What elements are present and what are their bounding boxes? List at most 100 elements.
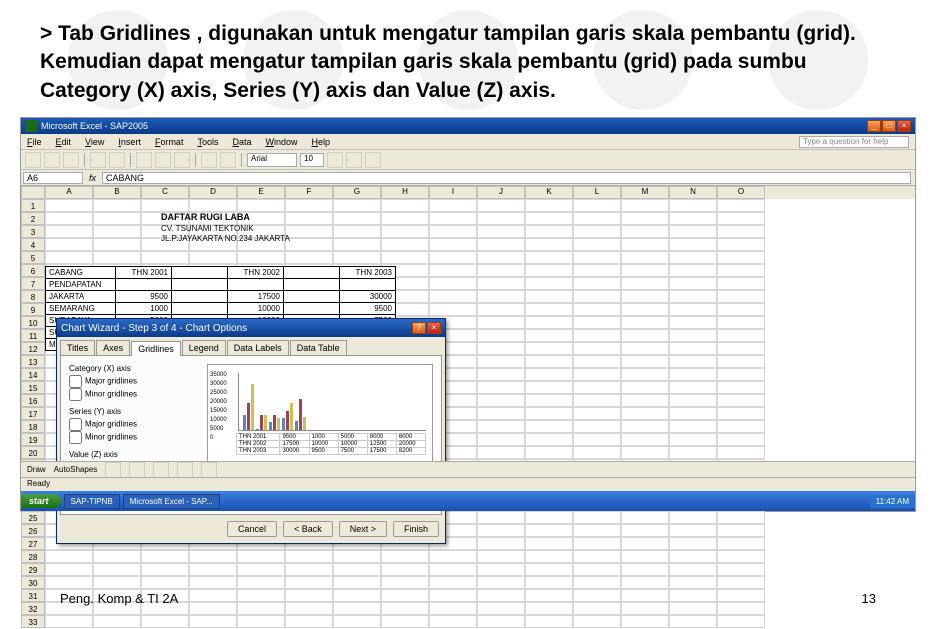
cell[interactable] [573, 303, 621, 316]
start-button[interactable]: start [21, 494, 61, 508]
cell[interactable] [573, 511, 621, 524]
row-header[interactable]: 15 [21, 381, 45, 394]
cell[interactable] [573, 550, 621, 563]
cell[interactable] [621, 316, 669, 329]
cell[interactable] [45, 212, 93, 225]
cell[interactable] [717, 550, 765, 563]
cell[interactable] [717, 368, 765, 381]
cell[interactable] [285, 225, 333, 238]
cell[interactable] [45, 199, 93, 212]
cell[interactable] [621, 329, 669, 342]
back-button[interactable]: < Back [283, 521, 333, 537]
cell[interactable] [45, 576, 93, 589]
cell[interactable]: 10000 [228, 303, 284, 315]
cell[interactable] [237, 251, 285, 264]
cell[interactable] [621, 290, 669, 303]
col-header[interactable]: L [573, 186, 621, 199]
row-header[interactable]: 13 [21, 355, 45, 368]
cell[interactable] [573, 420, 621, 433]
cell[interactable] [381, 199, 429, 212]
cell[interactable] [45, 251, 93, 264]
cell[interactable] [93, 550, 141, 563]
col-header[interactable]: G [333, 186, 381, 199]
rect-icon[interactable] [153, 462, 169, 478]
cell[interactable] [621, 576, 669, 589]
row-header[interactable]: 7 [21, 277, 45, 290]
col-header[interactable]: I [429, 186, 477, 199]
menu-data[interactable]: Data [232, 137, 251, 147]
row-header[interactable]: 14 [21, 368, 45, 381]
print-icon[interactable] [90, 152, 106, 168]
cell[interactable] [525, 511, 573, 524]
row-header[interactable]: 16 [21, 394, 45, 407]
cell[interactable] [669, 420, 717, 433]
cell[interactable] [621, 199, 669, 212]
cell[interactable] [333, 550, 381, 563]
cell[interactable] [717, 199, 765, 212]
row-header[interactable]: 26 [21, 524, 45, 537]
cell[interactable] [573, 251, 621, 264]
autoshapes-menu[interactable]: AutoShapes [54, 465, 98, 474]
cell[interactable] [717, 433, 765, 446]
row-header[interactable]: 28 [21, 550, 45, 563]
cell[interactable] [669, 511, 717, 524]
cell[interactable]: 17500 [228, 291, 284, 303]
col-header[interactable]: C [141, 186, 189, 199]
cell[interactable] [525, 342, 573, 355]
cell[interactable] [189, 615, 237, 628]
cell[interactable] [429, 290, 477, 303]
gridline-checkbox-label[interactable]: Major gridlines [69, 375, 199, 388]
cell[interactable] [717, 407, 765, 420]
finish-button[interactable]: Finish [393, 521, 439, 537]
cell[interactable] [621, 407, 669, 420]
cell[interactable] [621, 563, 669, 576]
cell[interactable] [669, 537, 717, 550]
cell[interactable] [573, 212, 621, 225]
taskbar-item[interactable]: SAP-TIPNB [64, 494, 120, 509]
cell[interactable] [525, 433, 573, 446]
cell[interactable] [573, 576, 621, 589]
row-header[interactable]: 5 [21, 251, 45, 264]
arrow-icon[interactable] [129, 462, 145, 478]
cell[interactable] [477, 290, 525, 303]
cell[interactable]: PENDAPATAN [46, 279, 116, 291]
cell[interactable] [477, 615, 525, 628]
cell[interactable] [669, 303, 717, 316]
cell[interactable]: THN 2001 [116, 267, 172, 279]
cell[interactable] [189, 550, 237, 563]
font-select[interactable]: Arial [247, 153, 297, 167]
cell[interactable] [669, 576, 717, 589]
cell[interactable] [477, 277, 525, 290]
cell[interactable] [429, 303, 477, 316]
cell[interactable] [477, 199, 525, 212]
cell[interactable] [621, 446, 669, 459]
cell[interactable] [172, 291, 228, 303]
col-header[interactable]: O [717, 186, 765, 199]
italic-icon[interactable] [346, 152, 362, 168]
menu-format[interactable]: Format [155, 137, 184, 147]
cell[interactable]: CABANG [46, 267, 116, 279]
cell[interactable] [381, 251, 429, 264]
cell[interactable] [717, 238, 765, 251]
col-header[interactable]: J [477, 186, 525, 199]
cell[interactable] [621, 277, 669, 290]
cell[interactable] [477, 329, 525, 342]
cell[interactable] [717, 537, 765, 550]
cell[interactable] [525, 446, 573, 459]
cell[interactable] [669, 264, 717, 277]
cell[interactable] [717, 212, 765, 225]
cell[interactable] [525, 381, 573, 394]
cell[interactable] [285, 563, 333, 576]
cell[interactable] [285, 576, 333, 589]
cell[interactable] [141, 199, 189, 212]
cell[interactable]: THN 2002 [228, 267, 284, 279]
cell[interactable] [669, 563, 717, 576]
cell[interactable] [525, 277, 573, 290]
cell[interactable] [525, 407, 573, 420]
cell[interactable] [477, 576, 525, 589]
col-header[interactable]: B [93, 186, 141, 199]
cell[interactable] [237, 615, 285, 628]
taskbar-item[interactable]: Microsoft Excel - SAP... [123, 494, 220, 509]
cell[interactable] [621, 342, 669, 355]
next-button[interactable]: Next > [339, 521, 387, 537]
